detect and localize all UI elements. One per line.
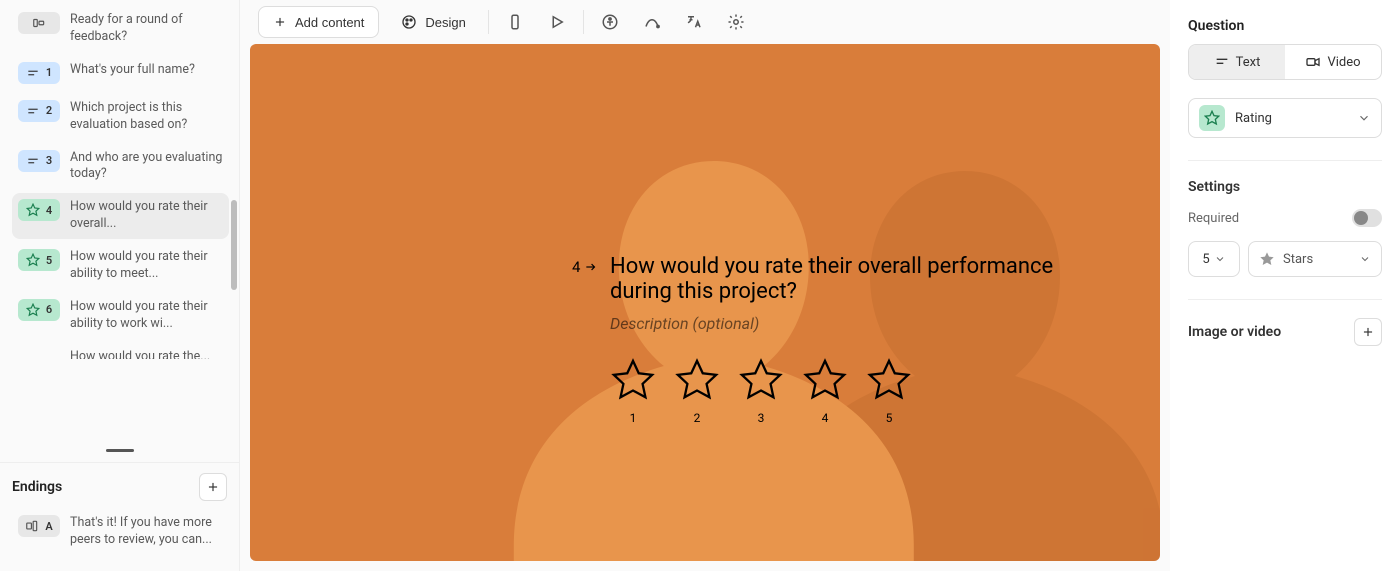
rating-type-icon [1199, 105, 1225, 131]
divider [1188, 299, 1382, 300]
translate-icon[interactable] [678, 6, 710, 38]
question-number: 4 [572, 258, 598, 276]
sidebar-item-q5[interactable]: 5 How would you rate their ability to me… [12, 243, 229, 289]
question-label: How would you rate their overall... [70, 199, 223, 233]
sidebar-item-q6[interactable]: 6 How would you rate their ability to wo… [12, 293, 229, 339]
question-type-select[interactable]: Rating [1188, 98, 1382, 138]
star-icon [610, 357, 656, 403]
arrow-right-icon [584, 260, 598, 274]
question-list: Ready for a round of feedback? 1 What's … [0, 0, 239, 447]
settings-title: Settings [1188, 179, 1382, 195]
star-5[interactable]: 5 [866, 357, 912, 425]
star-icon: 5 [18, 249, 60, 271]
toolbar-sep [488, 10, 489, 34]
question-description-input[interactable]: Description (optional) [610, 314, 1100, 333]
star-1[interactable]: 1 [610, 357, 656, 425]
sidebar-item-q1[interactable]: 1 What's your full name? [12, 56, 229, 90]
question-mode-tabs: Text Video [1188, 44, 1382, 80]
rating-stars: 1 2 3 4 [610, 357, 1100, 425]
sidebar-item-q2[interactable]: 2 Which project is this evaluation based… [12, 94, 229, 140]
star-icon: 6 [18, 299, 60, 321]
short-text-icon: 1 [18, 62, 60, 84]
question-label: What's your full name? [70, 62, 223, 79]
toolbar-sep [583, 10, 584, 34]
star-icon [802, 357, 848, 403]
rating-count-select[interactable]: 5 [1188, 241, 1240, 277]
question-label: How would you rate the... [70, 349, 223, 359]
sidebar-item-cutoff[interactable]: How would you rate the... [12, 343, 229, 359]
welcome-icon [18, 12, 60, 34]
accessibility-icon[interactable] [594, 6, 626, 38]
image-or-video-label: Image or video [1188, 324, 1281, 340]
logic-icon[interactable] [636, 6, 668, 38]
question-label: Which project is this evaluation based o… [70, 100, 223, 134]
star-icon [738, 357, 784, 403]
chevron-down-icon [1214, 253, 1226, 265]
video-icon [1305, 54, 1321, 70]
sidebar-item-welcome[interactable]: Ready for a round of feedback? [12, 6, 229, 52]
mobile-preview-icon[interactable] [499, 6, 531, 38]
add-ending-button[interactable] [199, 473, 227, 501]
sidebar-item-q3[interactable]: 3 And who are you evaluating today? [12, 144, 229, 190]
question-label: How would you rate their ability to work… [70, 299, 223, 333]
rating-shape-select[interactable]: Stars [1248, 241, 1382, 277]
question-label: How would you rate their ability to meet… [70, 249, 223, 283]
add-content-label: Add content [295, 15, 364, 30]
short-text-icon: 3 [18, 150, 60, 172]
chevron-down-icon [1359, 253, 1371, 265]
divider [1188, 160, 1382, 161]
editor-toolbar: Add content Design [240, 0, 1170, 44]
question-content: 4 How would you rate their overall perfo… [610, 254, 1100, 425]
list-fade [0, 433, 231, 447]
question-label: And who are you evaluating today? [70, 150, 223, 184]
sidebar-item-q4[interactable]: 4 How would you rate their overall... [12, 193, 229, 239]
required-toggle[interactable] [1352, 209, 1382, 227]
scrollbar-thumb[interactable] [231, 200, 237, 290]
ending-icon: A [18, 515, 60, 537]
star-icon [674, 357, 720, 403]
settings-icon[interactable] [720, 6, 752, 38]
chevron-down-icon [1357, 111, 1371, 125]
star-icon [1259, 251, 1275, 267]
endings-title: Endings [12, 479, 62, 495]
design-button[interactable]: Design [389, 6, 477, 38]
add-content-button[interactable]: Add content [258, 6, 379, 38]
question-label: Ready for a round of feedback? [70, 12, 223, 46]
star-4[interactable]: 4 [802, 357, 848, 425]
add-media-button[interactable] [1354, 318, 1382, 346]
ending-label: That's it! If you have more peers to rev… [70, 515, 221, 549]
question-title-input[interactable]: How would you rate their overall perform… [610, 254, 1100, 304]
star-3[interactable]: 3 [738, 357, 784, 425]
question-canvas: 4 How would you rate their overall perfo… [250, 44, 1160, 561]
panel-title: Question [1188, 18, 1382, 34]
tab-video[interactable]: Video [1285, 45, 1381, 79]
play-preview-icon[interactable] [541, 6, 573, 38]
star-icon: 4 [18, 199, 60, 221]
star-2[interactable]: 2 [674, 357, 720, 425]
endings-section: Endings A That's it! If you have more pe… [0, 462, 239, 571]
question-sidebar: Ready for a round of feedback? 1 What's … [0, 0, 240, 571]
properties-panel: Question Text Video Rating Settings [1170, 0, 1400, 571]
star-icon [866, 357, 912, 403]
design-label: Design [425, 15, 465, 30]
type-label: Rating [1235, 111, 1272, 126]
short-text-icon: 2 [18, 100, 60, 122]
required-label: Required [1188, 211, 1239, 226]
tab-text[interactable]: Text [1189, 45, 1285, 79]
ending-item-a[interactable]: A That's it! If you have more peers to r… [12, 509, 227, 555]
text-icon [1214, 54, 1230, 70]
editor-main: Add content Design [240, 0, 1170, 571]
divider-handle[interactable] [106, 449, 134, 452]
